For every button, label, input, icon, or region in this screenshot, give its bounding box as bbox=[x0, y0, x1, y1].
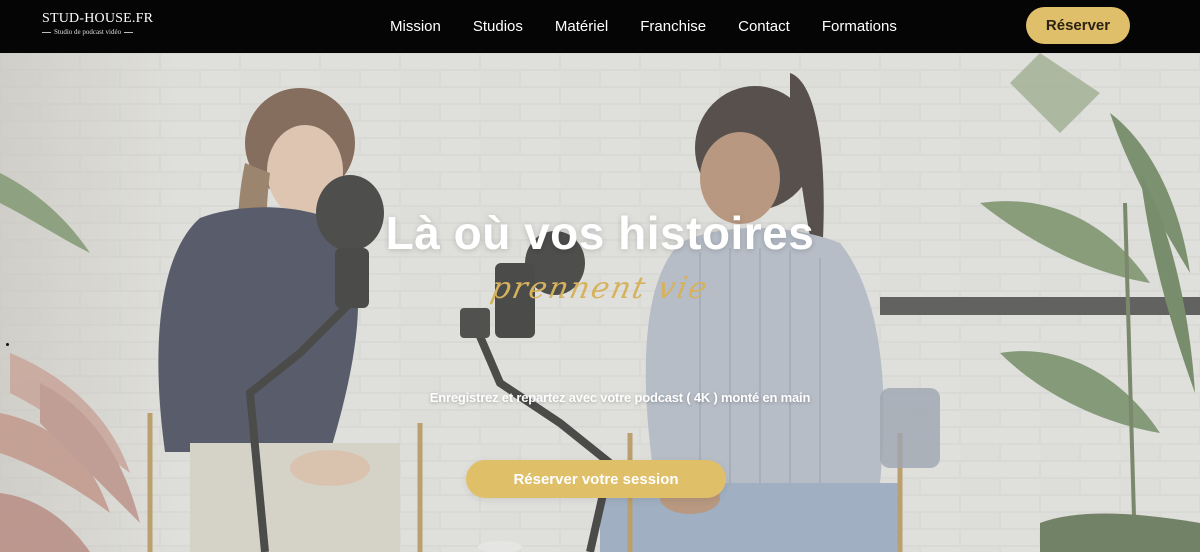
hero-subtitle: Enregistrez et repartez avec votre podca… bbox=[429, 390, 811, 405]
reserve-button[interactable]: Réserver bbox=[1026, 7, 1130, 44]
hero-title-script: prennent vie bbox=[487, 271, 713, 306]
logo-rule-left bbox=[42, 31, 51, 33]
logo-subtitle-row: Studio de podcast vidéo bbox=[42, 28, 154, 36]
nav-link-franchise[interactable]: Franchise bbox=[640, 0, 706, 53]
site-logo[interactable]: STUD-HOUSE.FR Studio de podcast vidéo bbox=[42, 11, 154, 36]
nav-link-studios[interactable]: Studios bbox=[473, 0, 523, 53]
carousel-dot[interactable] bbox=[6, 343, 9, 346]
logo-rule-right bbox=[124, 31, 134, 33]
nav-link-materiel[interactable]: Matériel bbox=[555, 0, 608, 53]
nav-link-contact[interactable]: Contact bbox=[738, 0, 790, 53]
logo-title: STUD-HOUSE.FR bbox=[42, 11, 154, 26]
logo-subtitle: Studio de podcast vidéo bbox=[54, 28, 122, 36]
nav-link-formations[interactable]: Formations bbox=[822, 0, 897, 53]
hero-title: Là où vos histoires bbox=[385, 207, 815, 259]
nav-link-mission[interactable]: Mission bbox=[390, 0, 441, 53]
top-navbar: STUD-HOUSE.FR Studio de podcast vidéo Mi… bbox=[0, 0, 1200, 53]
book-session-button[interactable]: Réserver votre session bbox=[466, 460, 726, 498]
main-nav: Mission Studios Matériel Franchise Conta… bbox=[390, 0, 929, 53]
hero-section: Là où vos histoires prennent vie Enregis… bbox=[0, 53, 1200, 552]
